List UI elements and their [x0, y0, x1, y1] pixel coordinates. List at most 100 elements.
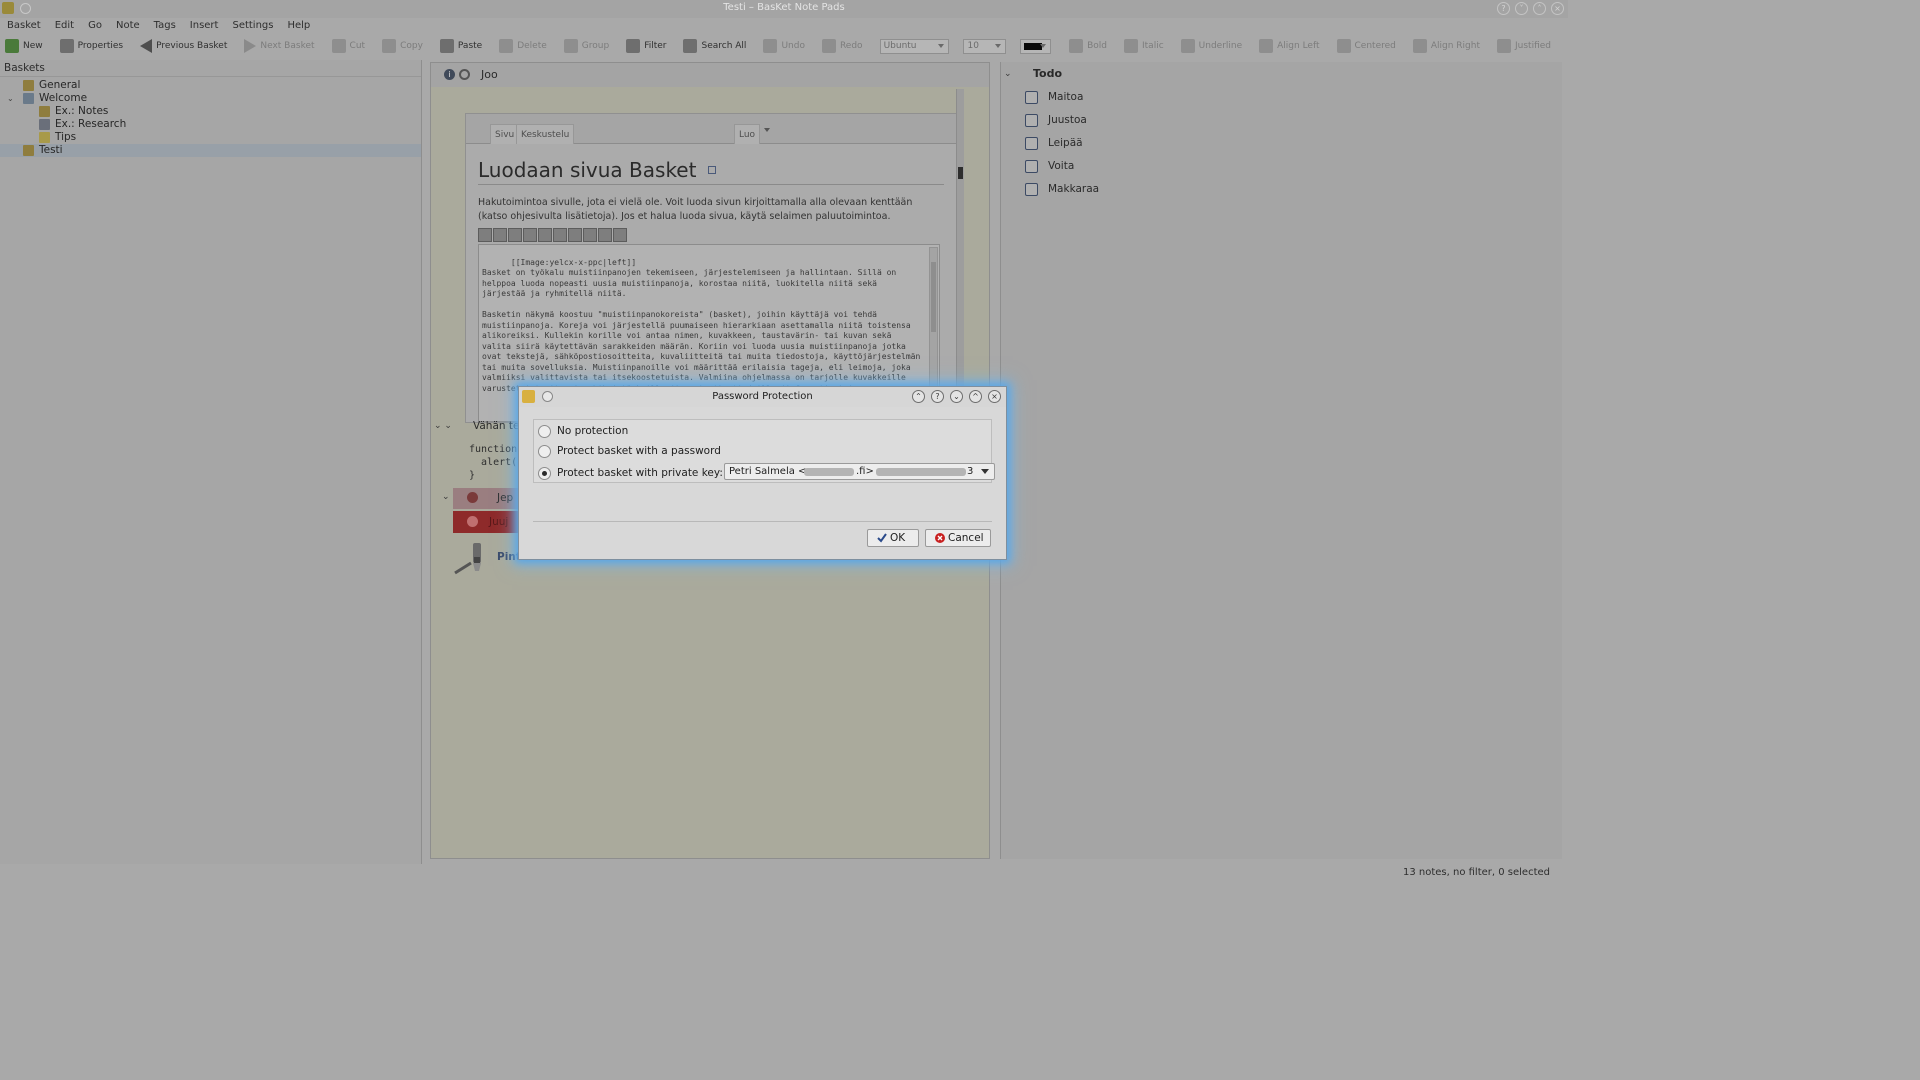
chevron-down-icon[interactable]: ⌄ — [1004, 62, 1012, 86]
heading-icon[interactable] — [538, 228, 552, 242]
password-protection-dialog[interactable]: Password Protection ⌃ ? ⌄ ^ × No protect… — [518, 386, 1007, 560]
menu-insert[interactable]: Insert — [190, 18, 219, 34]
minimize-icon[interactable]: ⌄ — [950, 390, 963, 403]
new-button[interactable]: New — [5, 39, 43, 53]
globe-icon[interactable] — [523, 228, 537, 242]
maximize-icon[interactable]: ˄ — [1533, 2, 1546, 15]
todo-header: ⌄ Todo — [1001, 62, 1562, 86]
redo-button[interactable]: Redo — [821, 39, 863, 53]
align-left-button[interactable]: Align Left — [1259, 39, 1320, 53]
group-button[interactable]: Group — [563, 39, 609, 53]
paste-button[interactable]: Paste — [439, 39, 482, 53]
search-all-button[interactable]: Search All — [683, 39, 746, 53]
menu-basket[interactable]: Basket — [7, 18, 41, 34]
maximize-icon[interactable]: ^ — [969, 390, 982, 403]
radio-button[interactable] — [538, 424, 551, 438]
cut-button[interactable]: Cut — [331, 39, 365, 53]
previous-basket-button[interactable]: Previous Basket — [140, 39, 227, 53]
shade-icon[interactable]: ⌃ — [912, 390, 925, 403]
chevron-down-icon[interactable]: ⌄ — [442, 492, 450, 502]
chevron-down-icon[interactable]: ⌄ — [7, 92, 14, 105]
checkbox[interactable] — [1025, 183, 1038, 196]
todo-column[interactable]: ⌄ Todo Maitoa Juustoa Leipää Voita Makka… — [1000, 62, 1562, 859]
radio-button[interactable] — [538, 466, 551, 480]
image-icon[interactable] — [553, 228, 567, 242]
underline-button[interactable]: Underline — [1180, 39, 1242, 53]
external-link-icon[interactable] — [708, 166, 716, 174]
info-icon[interactable]: i — [444, 69, 455, 80]
italic-button[interactable]: Italic — [1124, 39, 1164, 53]
todo-item[interactable]: Makkaraa — [1001, 178, 1562, 201]
chevron-down-icon[interactable] — [764, 128, 770, 132]
font-select[interactable]: Ubuntu — [879, 38, 950, 54]
undo-button[interactable]: Undo — [763, 39, 805, 53]
align-right-button[interactable]: Align Right — [1412, 39, 1480, 53]
baskets-panel: Baskets General ⌄ Welcome Ex.: Notes Ex.… — [0, 60, 422, 864]
basket-item-ex-notes[interactable]: Ex.: Notes — [0, 105, 421, 118]
checkbox[interactable] — [1025, 91, 1038, 104]
nowiki-icon[interactable] — [583, 228, 597, 242]
tab-sivu[interactable]: Sivu — [490, 124, 520, 144]
menu-note[interactable]: Note — [116, 18, 140, 34]
web-page-note[interactable]: Sivu Keskustelu Luo Luodaan sivua Basket… — [465, 113, 957, 423]
menu-settings[interactable]: Settings — [232, 18, 273, 34]
close-icon[interactable]: × — [1551, 2, 1564, 15]
basket-column-header: i Joo — [431, 63, 989, 87]
todo-title: Todo — [1033, 67, 1063, 80]
todo-item[interactable]: Leipää — [1001, 132, 1562, 155]
text-color-picker[interactable] — [1019, 38, 1052, 54]
help-icon[interactable]: ? — [931, 390, 944, 403]
scrollbar-thumb[interactable] — [931, 262, 936, 332]
italic-icon[interactable] — [493, 228, 507, 242]
minimize-icon[interactable]: ˅ — [1515, 2, 1528, 15]
todo-item[interactable]: Voita — [1001, 155, 1562, 178]
todo-item[interactable]: Juustoa — [1001, 109, 1562, 132]
media-icon[interactable] — [568, 228, 582, 242]
chevron-down-icon[interactable]: ⌄ ⌄ — [434, 415, 452, 437]
copy-button[interactable]: Copy — [382, 39, 423, 53]
todo-item[interactable]: Maitoa — [1001, 86, 1562, 109]
signature-icon[interactable] — [598, 228, 612, 242]
tab-keskustelu[interactable]: Keskustelu — [516, 124, 575, 144]
close-icon[interactable]: × — [988, 390, 1001, 403]
dialog-window-controls: ⌃ ? ⌄ ^ × — [912, 390, 1001, 403]
basket-item-general[interactable]: General — [0, 79, 421, 92]
checkbox[interactable] — [1025, 137, 1038, 150]
font-size-select[interactable]: 10 — [963, 38, 1006, 54]
center-scrollbar[interactable] — [956, 89, 964, 389]
hr-icon[interactable] — [613, 228, 627, 242]
checkbox[interactable] — [1025, 160, 1038, 173]
basket-item-testi[interactable]: Testi — [0, 144, 421, 157]
basket-item-ex-research[interactable]: Ex.: Research — [0, 118, 421, 131]
basket-item-tips[interactable]: Tips — [0, 131, 421, 144]
delete-button[interactable]: Delete — [499, 39, 547, 53]
radio-private-key[interactable]: Protect basket with private key: Petri S… — [538, 463, 995, 482]
ok-button[interactable]: OK — [867, 529, 919, 547]
properties-button[interactable]: Properties — [59, 39, 123, 53]
justified-button[interactable]: Justified — [1497, 39, 1551, 53]
note-pint[interactable]: Pint — [453, 539, 521, 575]
menu-edit[interactable]: Edit — [55, 18, 74, 34]
scrollbar-thumb[interactable] — [958, 167, 963, 179]
centered-button[interactable]: Centered — [1336, 39, 1396, 53]
radio-button[interactable] — [538, 444, 551, 458]
link-icon[interactable] — [508, 228, 522, 242]
help-icon[interactable]: ? — [1497, 2, 1510, 15]
menu-go[interactable]: Go — [88, 18, 102, 34]
radio-no-protection[interactable]: No protection — [538, 422, 628, 440]
menu-tags[interactable]: Tags — [154, 18, 176, 34]
next-basket-button[interactable]: Next Basket — [244, 39, 315, 53]
bold-icon[interactable] — [478, 228, 492, 242]
checkbox[interactable] — [1025, 114, 1038, 127]
cancel-button[interactable]: Cancel — [925, 529, 991, 547]
tab-luo[interactable]: Luo — [734, 124, 761, 144]
menu-help[interactable]: Help — [287, 18, 310, 34]
search-icon[interactable] — [459, 69, 470, 80]
filter-button[interactable]: Filter — [626, 39, 666, 53]
bold-button[interactable]: Bold — [1069, 39, 1107, 53]
private-key-select[interactable]: Petri Salmela < .fi> 3 — [724, 463, 995, 480]
pin-icon[interactable] — [542, 391, 553, 402]
code-note[interactable]: function alert(' } — [469, 443, 523, 482]
basket-item-welcome[interactable]: ⌄ Welcome — [0, 92, 421, 105]
radio-password[interactable]: Protect basket with a password — [538, 442, 721, 460]
